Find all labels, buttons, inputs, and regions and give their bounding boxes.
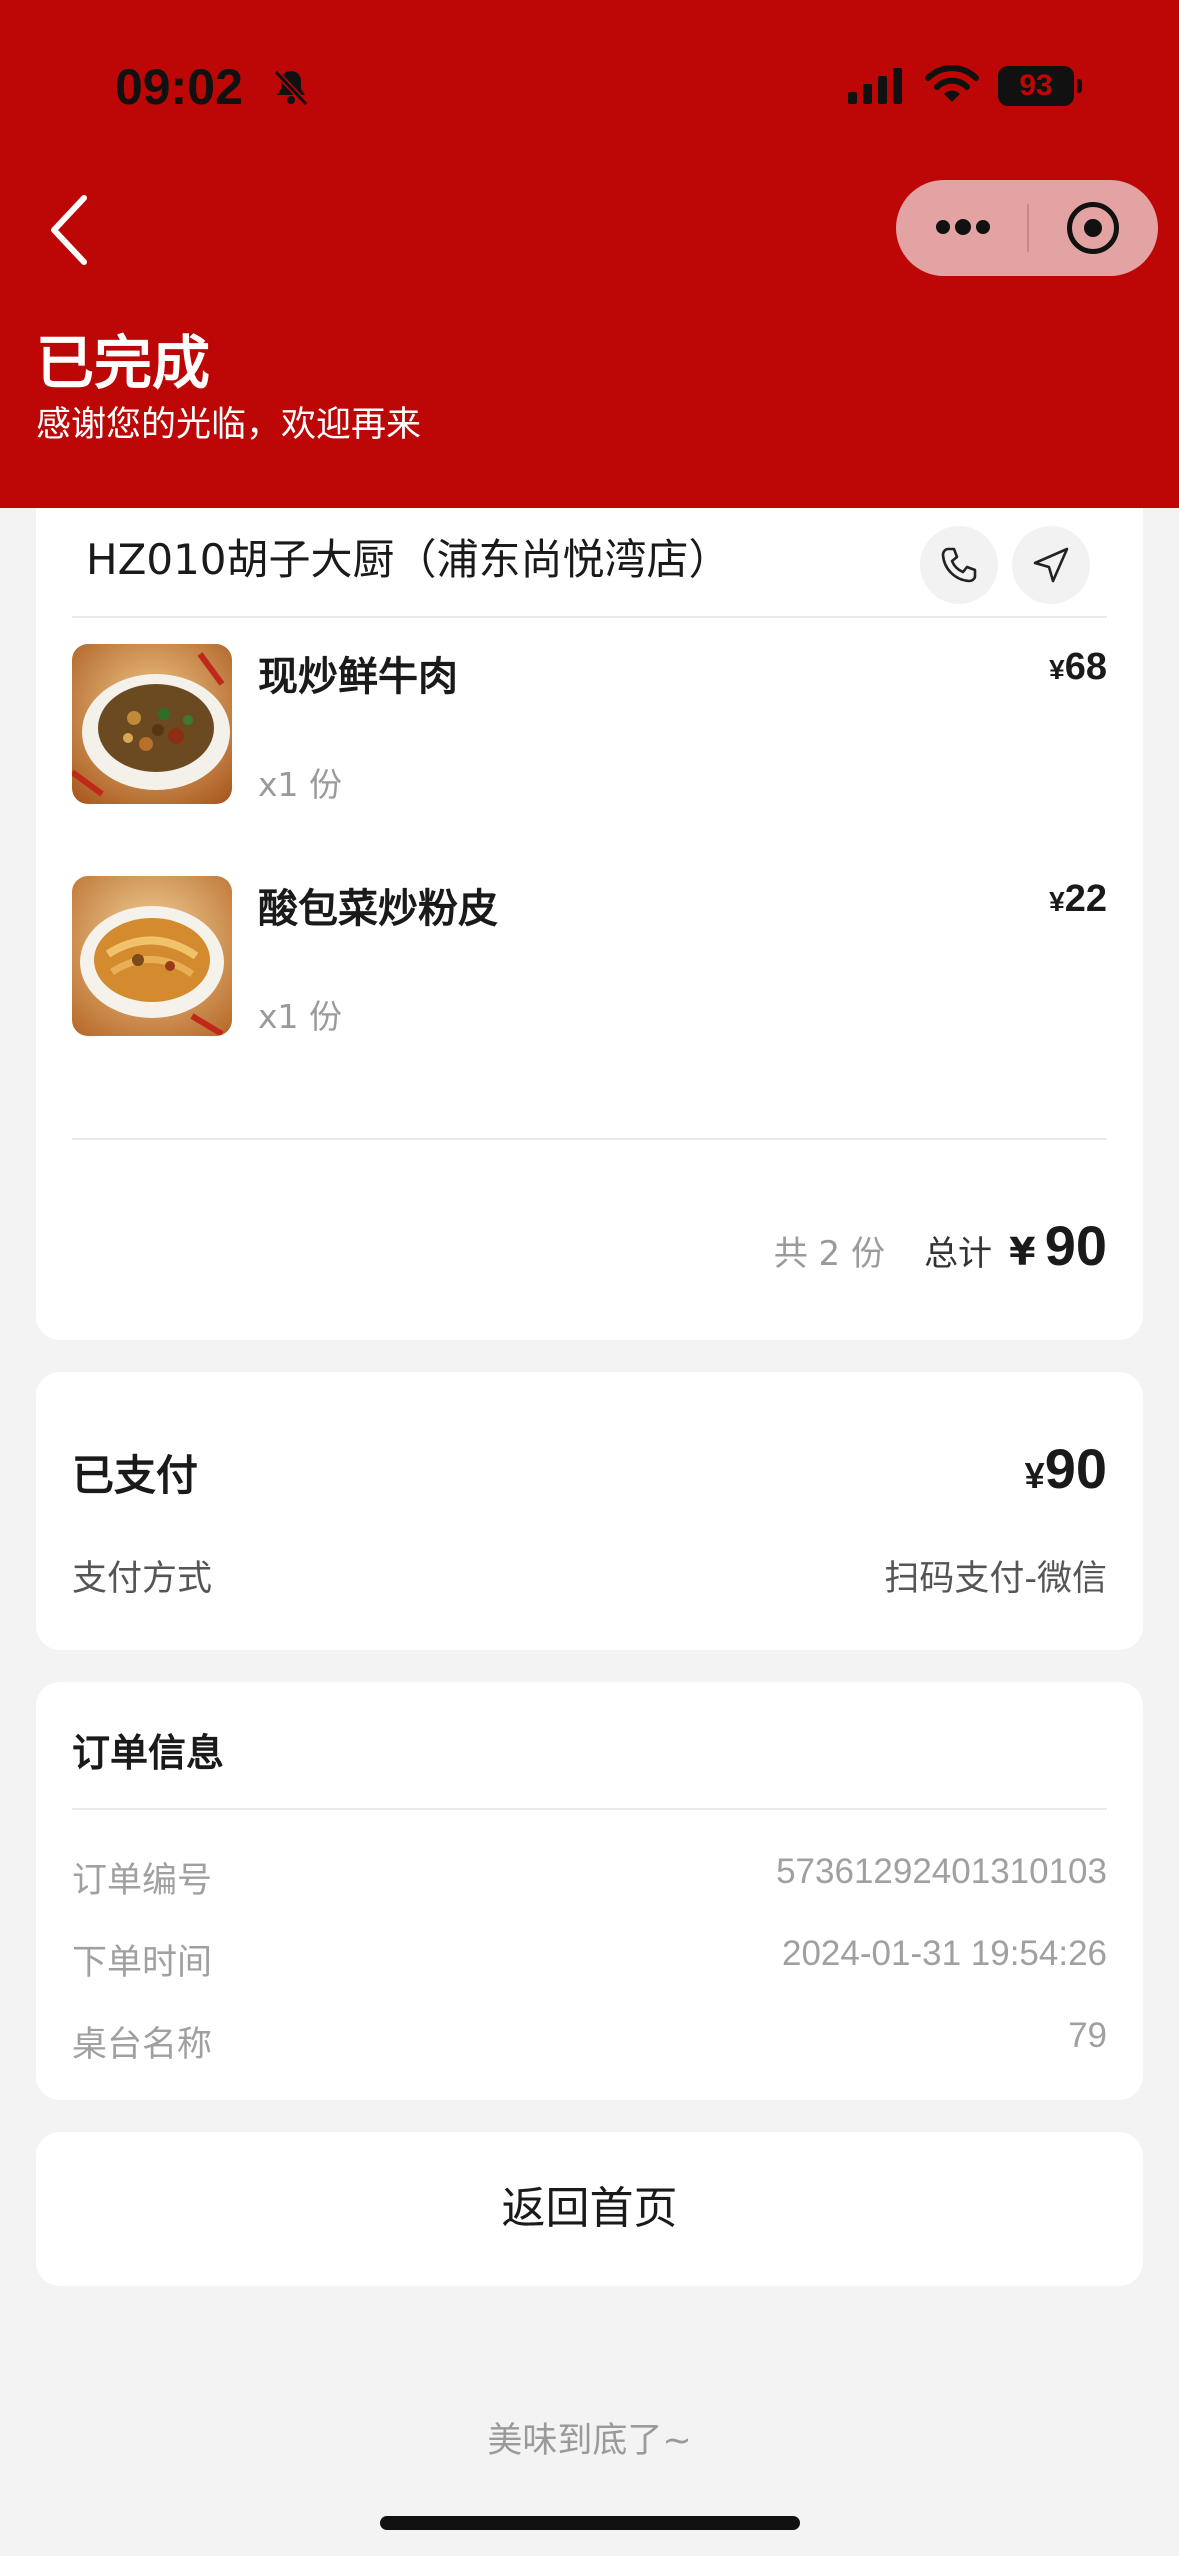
table-name: 79 xyxy=(1068,2016,1107,2055)
list-item: 现炒鲜牛肉 x1 份 ¥68 xyxy=(72,644,1107,804)
target-icon[interactable] xyxy=(1029,180,1158,276)
cabbage-noodles-image xyxy=(72,876,232,1036)
wifi-icon xyxy=(925,65,979,102)
currency-symbol: ¥ xyxy=(1009,1230,1036,1274)
battery-indicator: 93 xyxy=(998,66,1082,106)
navigation-icon xyxy=(1033,547,1069,583)
stir-fried-beef-image xyxy=(72,644,232,804)
back-arrow-icon[interactable] xyxy=(44,190,100,270)
dish-name: 现炒鲜牛肉 xyxy=(258,654,458,700)
home-indicator[interactable] xyxy=(380,2516,800,2530)
order-time-row: 下单时间 2024-01-31 19:54:26 xyxy=(72,1934,1107,1984)
item-count: 共 2 份 xyxy=(773,1234,885,1274)
divider xyxy=(72,1808,1107,1810)
dish-quantity: x1 份 xyxy=(258,765,343,804)
page-subtitle: 感谢您的光临，欢迎再来 xyxy=(36,405,422,445)
info-label: 桌台名称 xyxy=(72,2025,213,2065)
call-button[interactable] xyxy=(920,526,998,604)
order-number: 57361292401310103 xyxy=(776,1852,1107,1891)
store-name[interactable]: HZ010胡子大厨（浦东尚悦湾店） xyxy=(86,526,731,587)
dish-price: ¥68 xyxy=(1049,646,1107,688)
navigate-button[interactable] xyxy=(1012,526,1090,604)
status-time: 09:02 xyxy=(115,59,243,115)
order-card: HZ010胡子大厨（浦东尚悦湾店） 现炒鲜牛肉 x1 份 ¥68 酸包菜炒粉皮 … xyxy=(36,508,1143,1340)
home-card: 返回首页 xyxy=(36,2132,1143,2286)
footer-note: 美味到底了~ xyxy=(487,2421,692,2461)
back-to-home-button[interactable]: 返回首页 xyxy=(36,2132,1143,2286)
payment-method-label: 支付方式 xyxy=(72,1559,213,1599)
order-info-card: 订单信息 订单编号 57361292401310103 下单时间 2024-01… xyxy=(36,1682,1143,2100)
total-amount: 90 xyxy=(1044,1214,1107,1277)
page-title: 已完成 xyxy=(36,329,211,397)
divider xyxy=(72,616,1107,618)
order-time: 2024-01-31 19:54:26 xyxy=(782,1934,1107,1973)
header: 09:02 93 已完成 感谢您的光临，欢迎再来 xyxy=(0,0,1179,508)
order-number-row: 订单编号 57361292401310103 xyxy=(72,1852,1107,1902)
payment-status: 已支付 xyxy=(72,1451,199,1500)
phone-icon xyxy=(941,547,977,583)
dish-quantity: x1 份 xyxy=(258,997,343,1036)
info-label: 下单时间 xyxy=(72,1943,213,1983)
paid-amount: ¥90 xyxy=(1024,1437,1107,1500)
payment-method-value: 扫码支付-微信 xyxy=(884,1559,1107,1599)
order-summary: 共 2 份 总计 ¥ 90 xyxy=(774,1213,1107,1283)
divider xyxy=(72,1138,1107,1140)
info-label: 订单编号 xyxy=(72,1861,213,1901)
list-item: 酸包菜炒粉皮 x1 份 ¥22 xyxy=(72,876,1107,1036)
payment-card: 已支付 ¥90 支付方式 扫码支付-微信 xyxy=(36,1372,1143,1650)
order-info-title: 订单信息 xyxy=(72,1731,225,1775)
miniprogram-capsule xyxy=(896,180,1158,276)
bell-slash-icon xyxy=(273,69,309,107)
dish-name: 酸包菜炒粉皮 xyxy=(258,886,498,932)
table-name-row: 桌台名称 79 xyxy=(72,2016,1107,2066)
more-dots-icon[interactable] xyxy=(896,180,1027,276)
total-label: 总计 xyxy=(924,1234,993,1274)
dish-price: ¥22 xyxy=(1049,878,1107,920)
signal-icon xyxy=(848,68,902,104)
